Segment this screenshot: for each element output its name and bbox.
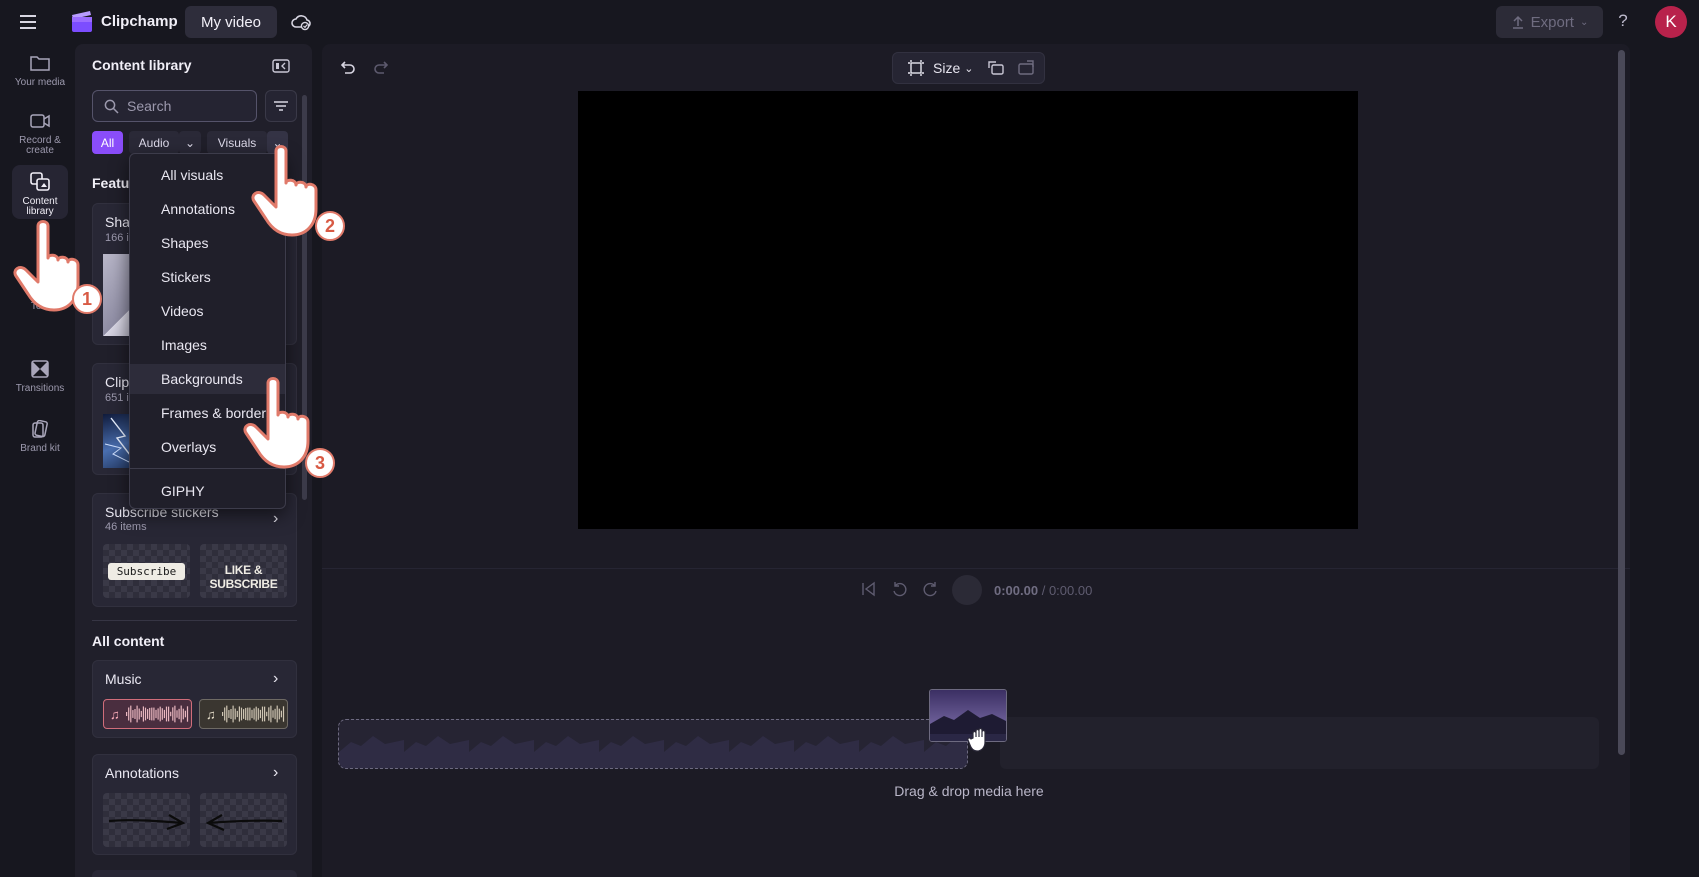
avatar[interactable]: K xyxy=(1655,6,1687,38)
chevron-right-icon: › xyxy=(273,670,279,687)
total-time: 0:00.00 xyxy=(1048,583,1093,598)
filter-button[interactable] xyxy=(265,90,297,122)
nav-brand-kit[interactable]: Brand kit xyxy=(12,420,68,458)
search-input[interactable]: Search xyxy=(92,90,257,122)
nav-record-create[interactable]: Record & create xyxy=(12,112,68,156)
panel-divider xyxy=(92,620,297,621)
help-button[interactable]: ? xyxy=(1614,11,1632,33)
playback-controls: 0:00.00 / 0:00.00 xyxy=(855,575,1115,605)
hamburger-icon xyxy=(20,15,36,29)
chevron-down-icon: ⌄ xyxy=(1579,16,1589,28)
filter-icon xyxy=(274,101,288,111)
swap-background-icon[interactable] xyxy=(987,59,1005,77)
music-waveform-thumbnail: ♫ xyxy=(103,699,192,729)
panel-title: Content library xyxy=(92,57,192,73)
skip-to-start-icon[interactable] xyxy=(859,580,877,598)
chevron-right-icon: › xyxy=(273,764,279,781)
like-subscribe-sticker: LIKE & SUBSCRIBE xyxy=(209,563,278,591)
filter-chip-audio[interactable]: Audio xyxy=(129,131,179,154)
step-badge: 1 xyxy=(72,284,102,314)
chevron-right-icon: › xyxy=(273,510,279,527)
audio-dropdown-chevron-icon[interactable]: ⌄ xyxy=(179,131,201,154)
featured-card-subscribe-stickers[interactable]: Subscribe stickers 46 items › Subscribe … xyxy=(92,493,297,607)
all-content-card-music[interactable]: Music › ♫ ♫ xyxy=(92,660,297,738)
next-card-edge xyxy=(92,870,297,877)
card-title: Clip xyxy=(105,374,130,390)
video-preview-canvas[interactable] xyxy=(578,91,1358,529)
step-badge: 3 xyxy=(305,448,335,478)
card-count: 46 items xyxy=(105,521,147,533)
size-button[interactable]: Size xyxy=(933,60,960,76)
nav-label: Your media xyxy=(14,77,66,88)
sticker-thumbnail: LIKE & SUBSCRIBE xyxy=(200,544,287,598)
grab-hand-icon xyxy=(967,727,986,752)
nav-label: Brand kit xyxy=(20,443,60,454)
fill-icon[interactable] xyxy=(1017,59,1035,77)
forward-5-icon[interactable] xyxy=(922,580,940,598)
video-camera-icon xyxy=(30,114,50,128)
all-content-card-annotations[interactable]: Annotations › xyxy=(92,754,297,855)
upload-icon xyxy=(1512,15,1523,29)
subscribe-sticker: Subscribe xyxy=(108,563,185,580)
undo-icon[interactable] xyxy=(337,57,357,77)
step-badge: 2 xyxy=(315,211,345,241)
project-name-button[interactable]: My video xyxy=(185,6,277,38)
hamburger-menu-button[interactable] xyxy=(14,11,42,33)
canvas-toolbar: Size ⌄ xyxy=(892,52,1045,84)
clipchamp-logo-icon xyxy=(70,10,94,34)
clipchamp-app: Clipchamp My video Export ⌄ ? K Your med… xyxy=(0,0,1699,877)
current-time: 0:00.00 xyxy=(994,583,1039,598)
editor-scrollbar[interactable] xyxy=(1618,50,1625,755)
media-drop-zone[interactable] xyxy=(338,719,968,769)
app-name: Clipchamp xyxy=(101,13,178,30)
filter-chip-all[interactable]: All xyxy=(92,131,123,154)
annotation-arrow-thumbnail xyxy=(200,793,287,847)
cloud-sync-icon[interactable] xyxy=(290,11,312,33)
svg-text:♫: ♫ xyxy=(206,707,216,722)
rewind-5-icon[interactable] xyxy=(890,580,908,598)
nav-transitions[interactable]: Transitions xyxy=(12,360,68,398)
nav-label: library xyxy=(26,206,54,217)
svg-text:♫: ♫ xyxy=(110,707,120,722)
redo-icon[interactable] xyxy=(372,57,392,77)
brand-kit-icon xyxy=(32,420,48,438)
chevron-down-icon: ⌄ xyxy=(964,62,974,75)
menu-item-stickers[interactable]: Stickers xyxy=(130,262,285,292)
preview-timeline-divider xyxy=(322,568,1630,569)
nav-label: Transitions xyxy=(15,383,65,394)
folder-icon xyxy=(30,56,50,71)
menu-item-giphy[interactable]: GIPHY xyxy=(130,476,285,506)
drop-hint: Drag & drop media here xyxy=(894,783,1044,799)
all-content-heading: All content xyxy=(92,633,165,649)
timecode: 0:00.00 / 0:00.00 xyxy=(994,583,1092,598)
time-separator: / xyxy=(1038,583,1049,598)
nav-your-media[interactable]: Your media xyxy=(12,54,68,92)
menu-item-images[interactable]: Images xyxy=(130,330,285,360)
search-icon xyxy=(104,99,119,114)
music-waveform-thumbnail: ♫ xyxy=(199,699,288,729)
nav-label: create xyxy=(26,145,54,156)
collapse-panel-icon[interactable] xyxy=(272,58,290,74)
card-count: 651 i xyxy=(105,392,129,404)
play-button[interactable] xyxy=(952,575,982,605)
card-count: 166 i xyxy=(105,232,129,244)
transitions-icon xyxy=(31,360,49,378)
card-title: Annotations xyxy=(105,765,179,781)
content-library-icon xyxy=(30,172,50,191)
export-button[interactable]: Export ⌄ xyxy=(1496,6,1603,38)
export-label: Export xyxy=(1530,13,1574,31)
nav-content-library[interactable]: Content library xyxy=(12,165,68,219)
timeline-track[interactable] xyxy=(1000,717,1599,769)
sticker-thumbnail: Subscribe xyxy=(103,544,190,598)
search-placeholder: Search xyxy=(127,98,172,114)
menu-item-videos[interactable]: Videos xyxy=(130,296,285,326)
card-title: Music xyxy=(105,671,142,687)
resize-icon xyxy=(908,60,924,76)
annotation-arrow-thumbnail xyxy=(103,793,190,847)
